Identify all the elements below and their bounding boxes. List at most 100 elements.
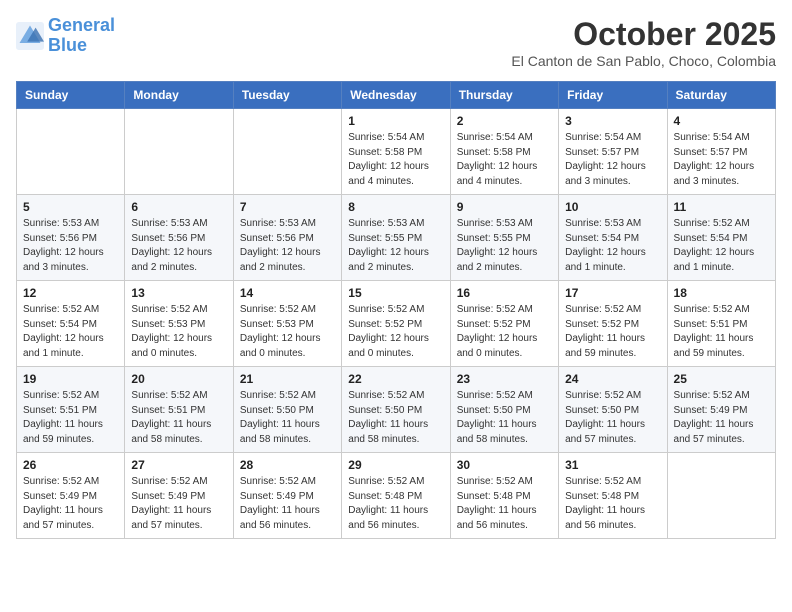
calendar-cell: 14Sunrise: 5:52 AM Sunset: 5:53 PM Dayli…: [233, 281, 341, 367]
day-info: Sunrise: 5:52 AM Sunset: 5:50 PM Dayligh…: [348, 389, 443, 447]
title-block: October 2025 El Canton de San Pablo, Cho…: [511, 16, 776, 69]
calendar-cell: 27 Sunrise: 5:52 AM Sunset: 5:49 PM Dayli…: [125, 453, 233, 539]
logo-text: General Blue: [48, 16, 115, 56]
calendar-cell: 1 Sunrise: 5:54 AM Sunset: 5:58 PM Daylig…: [342, 109, 450, 195]
col-header-friday: Friday: [559, 82, 667, 109]
calendar-cell: 18 Sunrise: 5:52 AM Sunset: 5:51 PM Dayli…: [667, 281, 775, 367]
calendar-cell: 25Sunrise: 5:52 AM Sunset: 5:49 PM Dayli…: [667, 367, 775, 453]
calendar-cell: 31 Sunrise: 5:52 AM Sunset: 5:48 PM Dayli…: [559, 453, 667, 539]
day-number: 1: [348, 114, 443, 128]
day-info: Sunrise: 5:52 AM Sunset: 5:52 PM Dayligh…: [565, 303, 660, 361]
day-info: Sunrise: 5:53 AM Sunset: 5:56 PM Dayligh…: [240, 217, 335, 275]
calendar-cell: 17Sunrise: 5:52 AM Sunset: 5:52 PM Dayli…: [559, 281, 667, 367]
calendar-cell: 24 Sunrise: 5:52 AM Sunset: 5:50 PM Dayli…: [559, 367, 667, 453]
day-info: Sunrise: 5:52 AM Sunset: 5:49 PM Dayligh…: [23, 475, 118, 533]
day-info: Sunrise: 5:52 AM Sunset: 5:50 PM Dayligh…: [565, 389, 660, 447]
calendar-cell: 28 Sunrise: 5:52 AM Sunset: 5:49 PM Dayli…: [233, 453, 341, 539]
month-title: October 2025: [511, 16, 776, 53]
day-info: Sunrise: 5:52 AM Sunset: 5:54 PM Dayligh…: [23, 303, 118, 361]
day-number: 23: [457, 372, 552, 386]
calendar-table: SundayMondayTuesdayWednesdayThursdayFrid…: [16, 81, 776, 539]
day-number: 30: [457, 458, 552, 472]
calendar-cell: 3Sunrise: 5:54 AM Sunset: 5:57 PM Daylig…: [559, 109, 667, 195]
day-info: Sunrise: 5:53 AM Sunset: 5:55 PM Dayligh…: [348, 217, 443, 275]
day-number: 31: [565, 458, 660, 472]
calendar-cell: 12 Sunrise: 5:52 AM Sunset: 5:54 PM Dayli…: [17, 281, 125, 367]
calendar-cell: 29 Sunrise: 5:52 AM Sunset: 5:48 PM Dayli…: [342, 453, 450, 539]
day-info: Sunrise: 5:53 AM Sunset: 5:56 PM Dayligh…: [23, 217, 118, 275]
calendar-week-2: 5 Sunrise: 5:53 AM Sunset: 5:56 PM Daylig…: [17, 195, 776, 281]
calendar-cell: [17, 109, 125, 195]
day-info: Sunrise: 5:52 AM Sunset: 5:51 PM Dayligh…: [131, 389, 226, 447]
day-number: 27: [131, 458, 226, 472]
col-header-thursday: Thursday: [450, 82, 558, 109]
day-number: 5: [23, 200, 118, 214]
day-number: 10: [565, 200, 660, 214]
day-info: Sunrise: 5:54 AM Sunset: 5:58 PM Dayligh…: [457, 131, 552, 189]
day-info: Sunrise: 5:53 AM Sunset: 5:56 PM Dayligh…: [131, 217, 226, 275]
col-header-saturday: Saturday: [667, 82, 775, 109]
col-header-tuesday: Tuesday: [233, 82, 341, 109]
day-number: 29: [348, 458, 443, 472]
calendar-cell: [233, 109, 341, 195]
day-info: Sunrise: 5:52 AM Sunset: 5:53 PM Dayligh…: [131, 303, 226, 361]
calendar-week-1: 1 Sunrise: 5:54 AM Sunset: 5:58 PM Daylig…: [17, 109, 776, 195]
day-info: Sunrise: 5:54 AM Sunset: 5:57 PM Dayligh…: [565, 131, 660, 189]
day-info: Sunrise: 5:52 AM Sunset: 5:48 PM Dayligh…: [348, 475, 443, 533]
day-info: Sunrise: 5:52 AM Sunset: 5:48 PM Dayligh…: [457, 475, 552, 533]
day-number: 26: [23, 458, 118, 472]
day-number: 24: [565, 372, 660, 386]
calendar-cell: 21 Sunrise: 5:52 AM Sunset: 5:50 PM Dayli…: [233, 367, 341, 453]
calendar-cell: 2Sunrise: 5:54 AM Sunset: 5:58 PM Daylig…: [450, 109, 558, 195]
logo-icon: [16, 22, 44, 50]
page-header: General Blue October 2025 El Canton de S…: [16, 16, 776, 69]
day-info: Sunrise: 5:52 AM Sunset: 5:49 PM Dayligh…: [131, 475, 226, 533]
day-number: 18: [674, 286, 769, 300]
day-info: Sunrise: 5:52 AM Sunset: 5:50 PM Dayligh…: [240, 389, 335, 447]
day-info: Sunrise: 5:52 AM Sunset: 5:52 PM Dayligh…: [348, 303, 443, 361]
day-info: Sunrise: 5:52 AM Sunset: 5:51 PM Dayligh…: [674, 303, 769, 361]
calendar-header-row: SundayMondayTuesdayWednesdayThursdayFrid…: [17, 82, 776, 109]
day-number: 12: [23, 286, 118, 300]
calendar-cell: 10Sunrise: 5:53 AM Sunset: 5:54 PM Dayli…: [559, 195, 667, 281]
day-number: 11: [674, 200, 769, 214]
logo: General Blue: [16, 16, 115, 56]
col-header-monday: Monday: [125, 82, 233, 109]
calendar-cell: 11 Sunrise: 5:52 AM Sunset: 5:54 PM Dayli…: [667, 195, 775, 281]
day-info: Sunrise: 5:54 AM Sunset: 5:57 PM Dayligh…: [674, 131, 769, 189]
day-number: 13: [131, 286, 226, 300]
calendar-cell: 26 Sunrise: 5:52 AM Sunset: 5:49 PM Dayli…: [17, 453, 125, 539]
day-number: 21: [240, 372, 335, 386]
day-number: 7: [240, 200, 335, 214]
day-number: 25: [674, 372, 769, 386]
calendar-cell: 5 Sunrise: 5:53 AM Sunset: 5:56 PM Daylig…: [17, 195, 125, 281]
calendar-cell: [667, 453, 775, 539]
day-number: 9: [457, 200, 552, 214]
day-number: 20: [131, 372, 226, 386]
calendar-cell: 15Sunrise: 5:52 AM Sunset: 5:52 PM Dayli…: [342, 281, 450, 367]
day-info: Sunrise: 5:52 AM Sunset: 5:51 PM Dayligh…: [23, 389, 118, 447]
day-info: Sunrise: 5:52 AM Sunset: 5:49 PM Dayligh…: [240, 475, 335, 533]
calendar-cell: 7 Sunrise: 5:53 AM Sunset: 5:56 PM Daylig…: [233, 195, 341, 281]
calendar-cell: 4 Sunrise: 5:54 AM Sunset: 5:57 PM Daylig…: [667, 109, 775, 195]
calendar-cell: 23 Sunrise: 5:52 AM Sunset: 5:50 PM Dayli…: [450, 367, 558, 453]
day-info: Sunrise: 5:53 AM Sunset: 5:55 PM Dayligh…: [457, 217, 552, 275]
col-header-wednesday: Wednesday: [342, 82, 450, 109]
day-number: 28: [240, 458, 335, 472]
calendar-week-3: 12 Sunrise: 5:52 AM Sunset: 5:54 PM Dayli…: [17, 281, 776, 367]
calendar-cell: 16Sunrise: 5:52 AM Sunset: 5:52 PM Dayli…: [450, 281, 558, 367]
day-number: 19: [23, 372, 118, 386]
day-number: 22: [348, 372, 443, 386]
day-info: Sunrise: 5:52 AM Sunset: 5:50 PM Dayligh…: [457, 389, 552, 447]
calendar-cell: 6Sunrise: 5:53 AM Sunset: 5:56 PM Daylig…: [125, 195, 233, 281]
day-number: 14: [240, 286, 335, 300]
day-info: Sunrise: 5:52 AM Sunset: 5:54 PM Dayligh…: [674, 217, 769, 275]
location: El Canton de San Pablo, Choco, Colombia: [511, 53, 776, 69]
calendar-cell: 19 Sunrise: 5:52 AM Sunset: 5:51 PM Dayli…: [17, 367, 125, 453]
day-number: 4: [674, 114, 769, 128]
day-number: 16: [457, 286, 552, 300]
day-number: 8: [348, 200, 443, 214]
day-info: Sunrise: 5:54 AM Sunset: 5:58 PM Dayligh…: [348, 131, 443, 189]
calendar-cell: 30 Sunrise: 5:52 AM Sunset: 5:48 PM Dayli…: [450, 453, 558, 539]
day-info: Sunrise: 5:52 AM Sunset: 5:48 PM Dayligh…: [565, 475, 660, 533]
